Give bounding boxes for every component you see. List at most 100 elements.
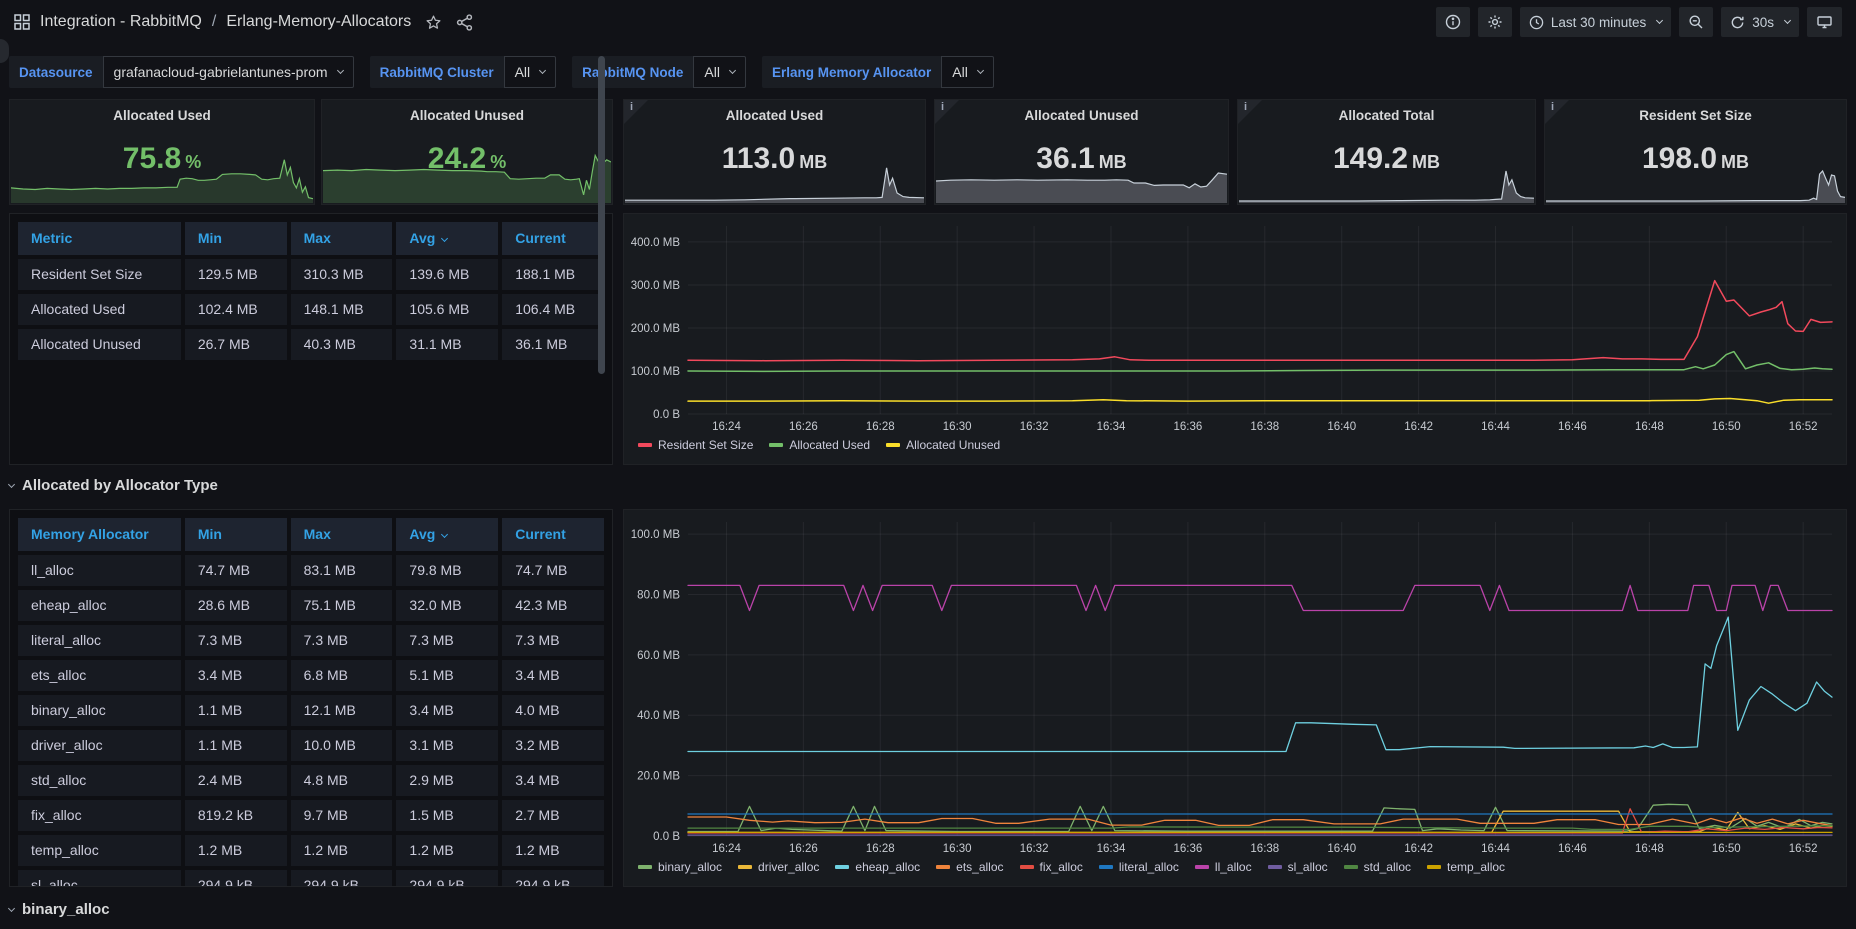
panel-info-button[interactable] <box>1436 7 1470 37</box>
legend-item-temp_alloc[interactable]: temp_alloc <box>1427 860 1505 874</box>
svg-text:0.0 B: 0.0 B <box>653 831 680 843</box>
allocated-used-percent-panel[interactable]: Allocated Used 75.8% <box>9 99 315 205</box>
table-cell: 42.3 MB <box>502 590 604 621</box>
allocated-total-stat-panel[interactable]: i Allocated Total 149.2MB <box>1237 99 1536 205</box>
node-select[interactable]: All <box>693 56 746 88</box>
svg-text:16:36: 16:36 <box>1174 843 1203 855</box>
cluster-value: All <box>515 64 531 80</box>
node-label[interactable]: RabbitMQ Node <box>572 56 693 88</box>
table-cell: 12.1 MB <box>291 695 393 726</box>
datasource-select[interactable]: grafanacloud-gabrielantunes-prom <box>103 56 354 88</box>
column-header-current[interactable]: Current <box>502 518 604 551</box>
legend-item-ll_alloc[interactable]: ll_alloc <box>1195 860 1252 874</box>
chevron-down-icon <box>1784 16 1791 23</box>
allocator-timeseries-panel[interactable]: 16:2416:2616:2816:3016:3216:3416:3616:38… <box>623 509 1847 887</box>
column-header-max[interactable]: Max <box>291 518 393 551</box>
legend-item-allocated-unused[interactable]: Allocated Unused <box>886 438 1000 452</box>
svg-text:16:34: 16:34 <box>1097 421 1126 433</box>
stat-value: 149.2MB <box>1238 142 1535 176</box>
panel-info-corner[interactable] <box>935 100 959 124</box>
table-cell: 3.1 MB <box>396 730 498 761</box>
legend-item-eheap_alloc[interactable]: eheap_alloc <box>835 860 920 874</box>
table-cell: Allocated Used <box>18 294 181 325</box>
menu-drawer-handle[interactable] <box>0 39 9 63</box>
legend-swatch <box>886 443 900 447</box>
allocated-unused-percent-panel[interactable]: Allocated Unused 24.2% <box>321 99 613 205</box>
svg-text:40.0 MB: 40.0 MB <box>637 710 680 722</box>
svg-text:16:42: 16:42 <box>1404 843 1433 855</box>
column-header-min[interactable]: Min <box>185 222 287 255</box>
row-allocated-by-allocator-type[interactable]: Allocated by Allocator Type <box>9 477 218 494</box>
legend-item-driver_alloc[interactable]: driver_alloc <box>738 860 819 874</box>
panel-info-corner[interactable] <box>624 100 648 124</box>
column-header-avg[interactable]: Avg <box>396 518 498 551</box>
table-scrollbar[interactable] <box>598 56 605 374</box>
table-cell: 1.2 MB <box>185 835 287 866</box>
legend-swatch <box>1020 865 1034 869</box>
resident-set-size-stat-panel[interactable]: i Resident Set Size 198.0MB <box>1544 99 1847 205</box>
legend-item-resident-set-size[interactable]: Resident Set Size <box>638 438 753 452</box>
svg-text:16:36: 16:36 <box>1174 421 1203 433</box>
dashboards-grid-icon[interactable] <box>14 14 30 30</box>
svg-text:16:38: 16:38 <box>1250 843 1279 855</box>
table-row: literal_alloc7.3 MB7.3 MB7.3 MB7.3 MB <box>18 625 604 656</box>
svg-text:16:32: 16:32 <box>1020 843 1049 855</box>
legend-item-ets_alloc[interactable]: ets_alloc <box>936 860 1003 874</box>
datasource-value: grafanacloud-gabrielantunes-prom <box>114 64 328 80</box>
table-cell: 294.9 kB <box>291 870 393 887</box>
table-cell: 5.1 MB <box>396 660 498 691</box>
legend-item-allocated-used[interactable]: Allocated Used <box>769 438 870 452</box>
panel-title: Allocated Total <box>1238 108 1535 123</box>
legend-label: fix_alloc <box>1040 860 1083 874</box>
allocated-unused-stat-panel[interactable]: i Allocated Unused 36.1MB <box>934 99 1229 205</box>
table-cell: 1.2 MB <box>502 835 604 866</box>
zoom-out-button[interactable] <box>1679 7 1713 37</box>
table-cell: 26.7 MB <box>185 329 287 360</box>
legend-item-literal_alloc[interactable]: literal_alloc <box>1099 860 1179 874</box>
table-cell: fix_alloc <box>18 800 181 831</box>
table-cell: 188.1 MB <box>502 259 604 290</box>
column-header-metric[interactable]: Metric <box>18 222 181 255</box>
plot-area[interactable]: 16:2416:2616:2816:3016:3216:3416:3616:38… <box>624 510 1846 858</box>
table-cell: 40.3 MB <box>291 329 393 360</box>
table-cell: Allocated Unused <box>18 329 181 360</box>
refresh-interval-picker[interactable]: 30s <box>1721 7 1799 37</box>
legend-item-fix_alloc[interactable]: fix_alloc <box>1020 860 1083 874</box>
plot-area[interactable]: 16:2416:2616:2816:3016:3216:3416:3616:38… <box>624 214 1846 436</box>
svg-text:400.0 MB: 400.0 MB <box>631 237 681 249</box>
panel-info-corner[interactable] <box>1545 100 1569 124</box>
panel-title: Resident Set Size <box>1545 108 1846 123</box>
legend-swatch <box>936 865 950 869</box>
time-range-picker[interactable]: Last 30 minutes <box>1520 7 1671 37</box>
legend-item-std_alloc[interactable]: std_alloc <box>1344 860 1411 874</box>
row-binary-alloc[interactable]: binary_alloc <box>9 901 110 918</box>
allocated-used-stat-panel[interactable]: i Allocated Used 113.0MB <box>623 99 926 205</box>
svg-text:16:32: 16:32 <box>1020 421 1049 433</box>
svg-text:16:50: 16:50 <box>1712 421 1741 433</box>
info-circle-icon <box>1445 14 1461 30</box>
panel-info-corner[interactable] <box>1238 100 1262 124</box>
column-header-max[interactable]: Max <box>291 222 393 255</box>
table-cell: 28.6 MB <box>185 590 287 621</box>
dashboard-settings-button[interactable] <box>1478 7 1512 37</box>
column-header-min[interactable]: Min <box>185 518 287 551</box>
svg-text:16:40: 16:40 <box>1327 843 1356 855</box>
memory-timeseries-panel[interactable]: 16:2416:2616:2816:3016:3216:3416:3616:38… <box>623 213 1847 465</box>
svg-text:100.0 MB: 100.0 MB <box>631 366 681 378</box>
cluster-filter: RabbitMQ Cluster All <box>370 56 557 88</box>
column-header-avg[interactable]: Avg <box>396 222 498 255</box>
legend-item-binary_alloc[interactable]: binary_alloc <box>638 860 722 874</box>
star-icon[interactable] <box>425 14 442 31</box>
cluster-select[interactable]: All <box>504 56 557 88</box>
allocator-label[interactable]: Erlang Memory Allocator <box>762 56 941 88</box>
allocator-select[interactable]: All <box>941 56 994 88</box>
column-header-memory-allocator[interactable]: Memory Allocator <box>18 518 181 551</box>
cluster-label[interactable]: RabbitMQ Cluster <box>370 56 504 88</box>
column-header-current[interactable]: Current <box>502 222 604 255</box>
tv-kiosk-button[interactable] <box>1807 7 1842 37</box>
dashboard-folder[interactable]: Integration - RabbitMQ <box>40 13 202 31</box>
legend-item-sl_alloc[interactable]: sl_alloc <box>1268 860 1328 874</box>
info-icon: i <box>1551 101 1554 113</box>
share-icon[interactable] <box>456 14 473 31</box>
gear-icon <box>1487 14 1503 30</box>
